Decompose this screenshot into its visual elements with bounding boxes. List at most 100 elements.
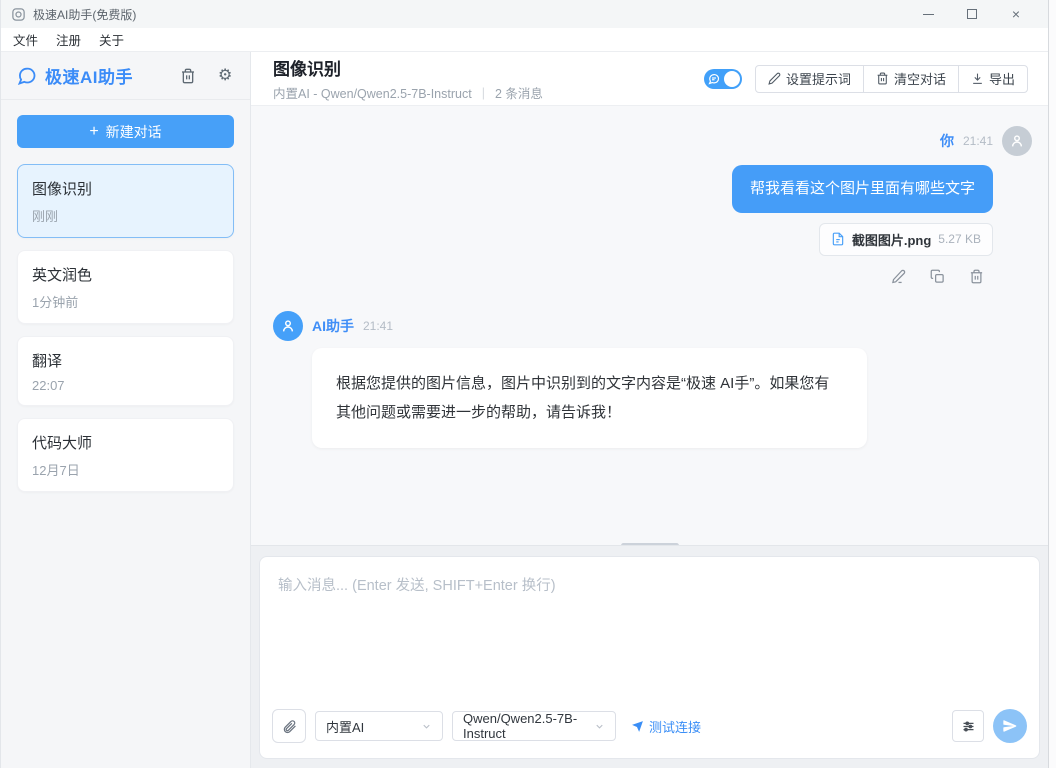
paperclip-icon [282, 719, 297, 734]
attach-file-button[interactable] [272, 709, 306, 743]
pencil-icon [768, 72, 781, 85]
gear-icon[interactable]: ⚙ [218, 68, 234, 84]
test-connection-label: 测试连接 [649, 717, 701, 736]
app-body: 极速AI助手 ⚙ + 新建对话 图像识别 刚刚 英文润色 1分钟前 翻译 [1, 52, 1048, 768]
assistant-name: AI助手 [312, 316, 354, 336]
clear-chat-button[interactable]: 清空对话 [863, 65, 959, 93]
conversation-list: 图像识别 刚刚 英文润色 1分钟前 翻译 22:07 代码大师 12月7日 [1, 154, 250, 502]
delete-icon[interactable] [969, 269, 984, 284]
chat-area: 你 21:41 帮我看看这个图片里面有哪些文字 截图图片.png 5.27 KB [251, 106, 1048, 546]
app-window: 极速AI助手(免费版) × 文件 注册 关于 极速AI助手 ⚙ + 新建对话 [0, 0, 1048, 768]
resize-handle[interactable] [621, 543, 679, 546]
assistant-message-bubble: 根据您提供的图片信息，图片中识别到的文字内容是“极速 AI手”。如果您有其他问题… [312, 348, 867, 449]
user-name: 你 [940, 131, 954, 151]
menubar: 文件 注册 关于 [1, 28, 1048, 52]
new-chat-label: 新建对话 [106, 122, 162, 142]
chat-bubble-logo-icon [17, 66, 37, 86]
composer: 内置AI Qwen/Qwen2.5-7B-Instruct 测试连接 [251, 546, 1048, 768]
model-info: 内置AI - Qwen/Qwen2.5-7B-Instruct [273, 83, 472, 102]
test-connection-link[interactable]: 测试连接 [631, 717, 701, 736]
header-button-group: 设置提示词 清空对话 导出 [755, 65, 1028, 93]
assistant-message-time: 21:41 [363, 319, 393, 333]
assistant-message-header: AI助手 21:41 [273, 311, 1032, 341]
attachment-size: 5.27 KB [938, 232, 981, 246]
maximize-button[interactable] [950, 0, 994, 28]
person-icon [1009, 133, 1025, 149]
plus-icon: + [89, 124, 98, 140]
minimize-icon [923, 14, 934, 15]
toggle-bubble-icon [708, 73, 720, 85]
attachment-row: 截图图片.png 5.27 KB [273, 223, 1032, 256]
user-message-time: 21:41 [963, 134, 993, 148]
titlebar: 极速AI助手(免费版) × [1, 0, 1048, 28]
set-prompt-label: 设置提示词 [786, 69, 851, 88]
new-chat-button[interactable]: + 新建对话 [17, 115, 234, 148]
paper-plane-icon [631, 720, 644, 733]
send-button[interactable] [993, 709, 1027, 743]
close-icon: × [1012, 6, 1020, 22]
chat-header-actions: 设置提示词 清空对话 导出 [704, 65, 1028, 93]
chat-subtitle: 内置AI - Qwen/Qwen2.5-7B-Instruct | 2 条消息 [273, 83, 543, 102]
close-button[interactable]: × [994, 0, 1038, 28]
parameters-button[interactable] [952, 710, 984, 742]
user-avatar [1002, 126, 1032, 156]
conversation-title: 代码大师 [32, 432, 219, 453]
message-count: 2 条消息 [495, 83, 543, 102]
trash-icon [876, 72, 889, 85]
menu-item-about[interactable]: 关于 [99, 30, 124, 49]
conversation-item-code-master[interactable]: 代码大师 12月7日 [17, 418, 234, 492]
clear-chat-label: 清空对话 [894, 69, 946, 88]
file-icon [831, 232, 845, 246]
toggle-knob [724, 71, 740, 87]
conversation-time: 12月7日 [32, 460, 219, 479]
conversation-time: 刚刚 [32, 206, 219, 225]
page-title: 图像识别 [273, 55, 543, 80]
attachment-chip[interactable]: 截图图片.png 5.27 KB [819, 223, 993, 256]
main-panel: 图像识别 内置AI - Qwen/Qwen2.5-7B-Instruct | 2… [251, 52, 1048, 768]
user-message-actions [273, 269, 1032, 284]
user-message-bubble: 帮我看看这个图片里面有哪些文字 [732, 165, 993, 213]
download-icon [971, 72, 984, 85]
menu-item-file[interactable]: 文件 [13, 30, 38, 49]
chat-header-left: 图像识别 内置AI - Qwen/Qwen2.5-7B-Instruct | 2… [273, 55, 543, 102]
user-message-row: 帮我看看这个图片里面有哪些文字 [273, 165, 1032, 213]
composer-panel: 内置AI Qwen/Qwen2.5-7B-Instruct 测试连接 [259, 556, 1040, 759]
conversation-item-english-polish[interactable]: 英文润色 1分钟前 [17, 250, 234, 324]
prompt-toggle[interactable] [704, 69, 742, 89]
menu-item-register[interactable]: 注册 [56, 30, 81, 49]
trash-icon[interactable] [180, 68, 196, 84]
conversation-item-image-recognition[interactable]: 图像识别 刚刚 [17, 164, 234, 238]
person-icon [280, 318, 296, 334]
provider-value: 内置AI [326, 717, 364, 736]
chevron-down-icon [421, 721, 432, 732]
screen: 极速AI助手(免费版) × 文件 注册 关于 极速AI助手 ⚙ + 新建对话 [0, 0, 1056, 768]
model-select[interactable]: Qwen/Qwen2.5-7B-Instruct [452, 711, 616, 741]
conversation-title: 翻译 [32, 350, 219, 371]
set-prompt-button[interactable]: 设置提示词 [755, 65, 864, 93]
assistant-avatar [273, 311, 303, 341]
chevron-down-icon [594, 721, 605, 732]
edit-icon[interactable] [891, 269, 906, 284]
subtitle-divider: | [482, 86, 485, 100]
export-label: 导出 [989, 69, 1015, 88]
provider-select[interactable]: 内置AI [315, 711, 443, 741]
minimize-button[interactable] [906, 0, 950, 28]
conversation-title: 英文润色 [32, 264, 219, 285]
screen-edge-strip [1048, 0, 1056, 768]
conversation-title: 图像识别 [32, 178, 219, 199]
copy-icon[interactable] [930, 269, 945, 284]
app-title: 极速AI助手 [45, 63, 158, 88]
chat-header: 图像识别 内置AI - Qwen/Qwen2.5-7B-Instruct | 2… [251, 52, 1048, 106]
send-plane-icon [1002, 718, 1018, 734]
maximize-icon [967, 9, 977, 19]
sliders-icon [961, 719, 976, 734]
app-logo-icon [11, 7, 26, 22]
model-value: Qwen/Qwen2.5-7B-Instruct [463, 711, 586, 741]
composer-toolbar: 内置AI Qwen/Qwen2.5-7B-Instruct 测试连接 [260, 704, 1039, 758]
message-input[interactable] [260, 557, 1039, 704]
conversation-time: 1分钟前 [32, 292, 219, 311]
export-button[interactable]: 导出 [958, 65, 1028, 93]
sidebar: 极速AI助手 ⚙ + 新建对话 图像识别 刚刚 英文润色 1分钟前 翻译 [1, 52, 251, 768]
conversation-item-translate[interactable]: 翻译 22:07 [17, 336, 234, 406]
attachment-filename: 截图图片.png [852, 230, 931, 249]
